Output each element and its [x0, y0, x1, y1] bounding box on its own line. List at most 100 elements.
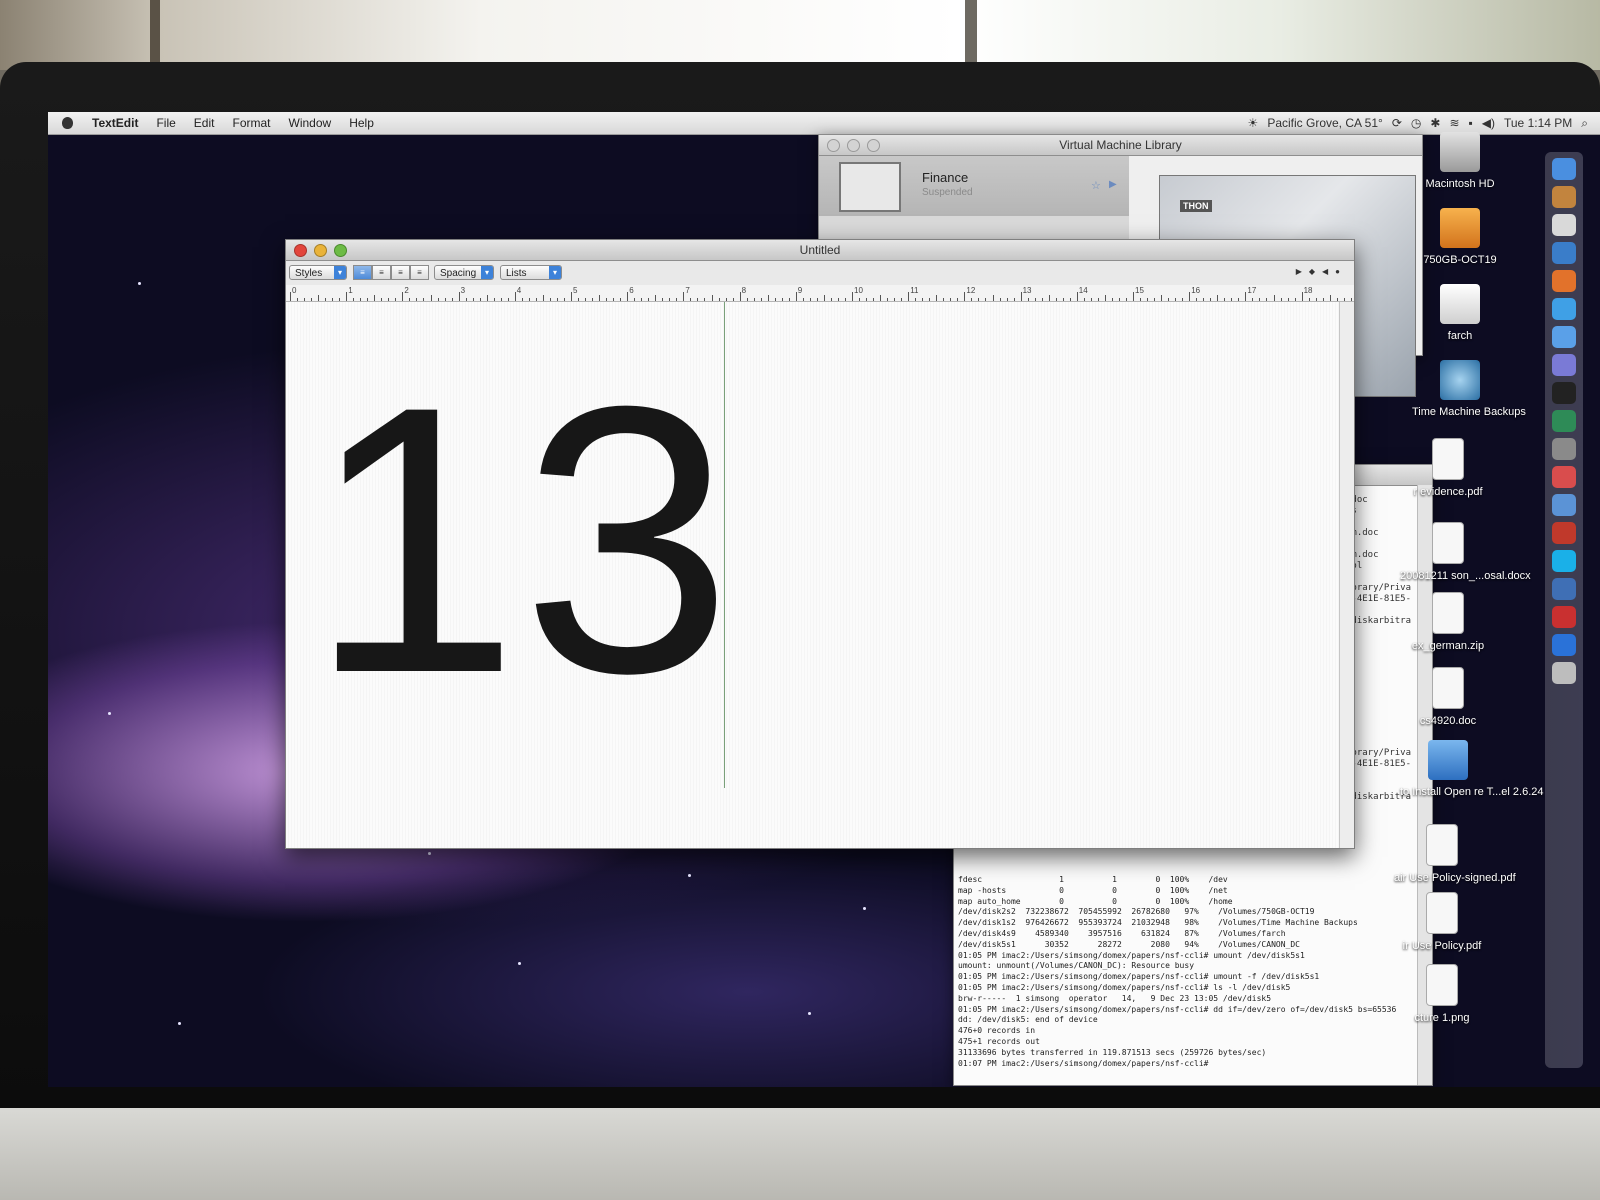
desktop-icon[interactable]: r evidence.pdf: [1400, 438, 1496, 498]
ruler-tick: [409, 298, 411, 301]
styles-popup[interactable]: Styles ▾: [289, 265, 347, 280]
zoom-button[interactable]: [867, 139, 880, 152]
terminal-icon[interactable]: [1552, 382, 1576, 404]
desktop-icon[interactable]: 750GB-OCT19: [1412, 208, 1508, 266]
trash-icon[interactable]: [1552, 662, 1576, 684]
vm-icon[interactable]: [1552, 522, 1576, 544]
menu-edit[interactable]: Edit: [185, 116, 224, 130]
info-icon[interactable]: [1552, 634, 1576, 656]
spacing-popup[interactable]: Spacing ▾: [434, 265, 494, 280]
window-controls: [827, 139, 880, 152]
wifi-icon[interactable]: ≋: [1449, 116, 1459, 130]
ruler-tick: [1175, 298, 1177, 301]
xcode-icon[interactable]: [1552, 578, 1576, 600]
ruler-tick: [620, 298, 622, 301]
menu-help[interactable]: Help: [340, 116, 383, 130]
star: [688, 874, 691, 877]
minimize-button[interactable]: [314, 244, 327, 257]
star-icon[interactable]: ☆: [1091, 179, 1101, 192]
menu-window[interactable]: Window: [280, 116, 341, 130]
desktop-icon[interactable]: to Install Open re T...el 2.6.24: [1400, 740, 1544, 798]
ruler-tick: [599, 295, 601, 301]
ichat-icon[interactable]: [1552, 326, 1576, 348]
terminal-line: 01:05 PM imac2:/Users/simsong/domex/pape…: [958, 982, 1291, 992]
activity-monitor-icon[interactable]: [1552, 410, 1576, 432]
lists-popup[interactable]: Lists ▾: [500, 265, 562, 280]
pdf-app-icon[interactable]: [1552, 606, 1576, 628]
preview-icon[interactable]: [1552, 186, 1576, 208]
time-machine-icon: [1440, 360, 1480, 400]
ruler-tick: [402, 292, 404, 301]
volume-icon[interactable]: ◀): [1482, 116, 1495, 130]
align-right-button[interactable]: ≡: [410, 265, 429, 280]
vm-library-title: Virtual Machine Library: [1059, 138, 1182, 152]
close-button[interactable]: [294, 244, 307, 257]
safari-icon[interactable]: [1552, 298, 1576, 320]
ruler-tick: [437, 298, 439, 301]
desktop-icon[interactable]: air Use Policy-signed.pdf: [1394, 824, 1516, 884]
bluetooth-icon[interactable]: ✱: [1430, 116, 1440, 130]
desktop-icon[interactable]: cs4920.doc: [1400, 667, 1496, 727]
ruler[interactable]: 0 1 2 3 4 5 6 7 8 9 10 11 12 13 14 15 16 17 18: [286, 285, 1354, 302]
webloc-icon: [1428, 740, 1468, 780]
ruler-tick: [1203, 298, 1205, 301]
ruler-tick: [634, 298, 636, 301]
spotlight-icon[interactable]: ⌕: [1581, 116, 1588, 131]
mail-icon[interactable]: [1552, 494, 1576, 516]
itunes-icon[interactable]: [1552, 354, 1576, 376]
ruler-tick: [648, 298, 650, 301]
document-body[interactable]: 13: [286, 302, 1354, 848]
font-icon[interactable]: [1552, 466, 1576, 488]
tab-decimal-icon[interactable]: ●: [1335, 267, 1340, 276]
ruler-tick: [571, 292, 572, 301]
ruler-tick: [732, 298, 734, 301]
ruler-tick: [1189, 292, 1191, 301]
menu-file[interactable]: File: [147, 116, 184, 130]
weather-readout[interactable]: Pacific Grove, CA 51°: [1267, 116, 1383, 130]
photo-icon[interactable]: [1552, 242, 1576, 264]
align-center-button[interactable]: ≡: [372, 265, 391, 280]
desktop-icon[interactable]: ex_german.zip: [1400, 592, 1496, 652]
finder-icon[interactable]: [1552, 158, 1576, 180]
sync-icon[interactable]: ⟳: [1392, 116, 1402, 130]
play-icon[interactable]: ▶: [1109, 179, 1117, 190]
doc-icon: [1432, 667, 1464, 709]
desktop-icon[interactable]: cture 1.png: [1394, 964, 1490, 1024]
vm-library-titlebar[interactable]: Virtual Machine Library: [819, 135, 1422, 156]
flag-icon[interactable]: ▪: [1469, 116, 1473, 130]
tab-right-icon[interactable]: ◀: [1322, 267, 1328, 276]
menu-clock[interactable]: Tue 1:14 PM: [1504, 116, 1572, 130]
minimize-button[interactable]: [847, 139, 860, 152]
skype-icon[interactable]: [1552, 550, 1576, 572]
align-justify-button[interactable]: ≡: [391, 265, 410, 280]
desktop-icon[interactable]: ir Use Policy.pdf: [1394, 892, 1490, 952]
close-button[interactable]: [827, 139, 840, 152]
menu-bar: TextEdit File Edit Format Window Help ☀ …: [48, 112, 1600, 135]
menu-app-name[interactable]: TextEdit: [83, 116, 147, 130]
textedit-titlebar[interactable]: Untitled: [286, 240, 1354, 261]
desktop-icon[interactable]: 20081211 son_...osal.docx: [1400, 522, 1531, 582]
desktop-icon-label: cs4920.doc: [1419, 715, 1477, 727]
apple-icon[interactable]: [62, 117, 73, 129]
ruler-tick: [1161, 295, 1163, 301]
zoom-button[interactable]: [334, 244, 347, 257]
desktop-icon[interactable]: Time Machine Backups: [1412, 360, 1526, 418]
document-text[interactable]: 13: [308, 350, 735, 730]
tab-center-icon[interactable]: ◆: [1309, 267, 1315, 276]
desktop-icon[interactable]: farch: [1412, 284, 1508, 342]
tab-left-icon[interactable]: ▶: [1296, 267, 1302, 276]
ruler-tick: [465, 298, 467, 301]
firefox-icon[interactable]: [1552, 270, 1576, 292]
system-prefs-icon[interactable]: [1552, 438, 1576, 460]
menu-format[interactable]: Format: [223, 116, 279, 130]
desktop-icon[interactable]: Macintosh HD: [1412, 132, 1508, 190]
ruler-tick: [613, 298, 615, 301]
document-scrollbar[interactable]: [1339, 302, 1354, 848]
time-machine-menu-icon[interactable]: ◷: [1411, 116, 1421, 130]
ruler-tick: [894, 298, 896, 301]
ruler-tick: [528, 298, 530, 301]
terminal-output[interactable]: fdesc 1 1 0 100% /dev map -hosts 0 0 0 10…: [958, 875, 1418, 1069]
calendar-icon[interactable]: [1552, 214, 1576, 236]
vm-list-item[interactable]: Finance Suspended ☆ ▶: [819, 156, 1129, 216]
align-left-button[interactable]: ≡: [353, 265, 372, 280]
